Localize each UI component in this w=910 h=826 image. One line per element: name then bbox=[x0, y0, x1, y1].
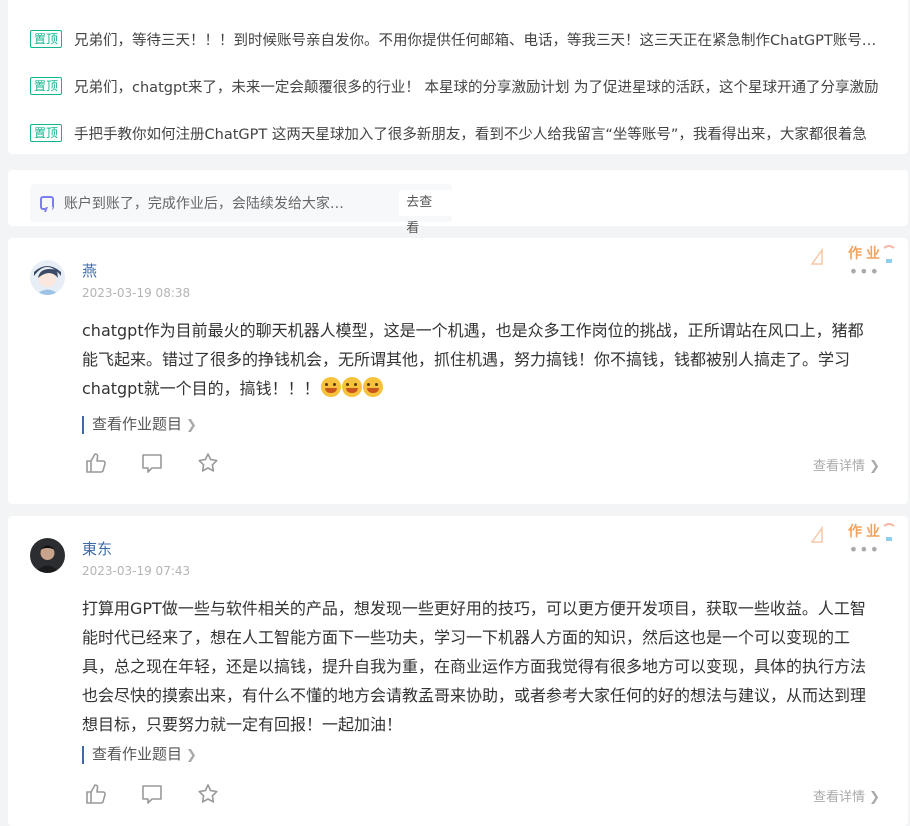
chevron-right-icon: ❯ bbox=[864, 790, 880, 805]
post-content-text: chatgpt作为目前最火的聊天机器人模型，这是一个机遇，也是众多工作岗位的挑战… bbox=[82, 321, 864, 398]
view-detail-label: 查看详情 bbox=[812, 459, 865, 474]
star-icon[interactable] bbox=[196, 782, 220, 806]
post-card: 作业 ••• 東东 2023-03-19 07:43 打算用GPT做一些与软件相… bbox=[8, 516, 908, 826]
post-content: 打算用GPT做一些与软件相关的产品，想发现一些更好用的技巧，可以更方便开发项目，… bbox=[82, 599, 867, 734]
view-homework-link[interactable]: 查看作业题目 ❯ bbox=[82, 416, 197, 434]
pinned-tag: 置顶 bbox=[30, 77, 63, 95]
post-actions bbox=[84, 782, 220, 806]
post-time: 2023-03-19 07:43 bbox=[82, 564, 191, 578]
view-detail-link[interactable]: 查看详情 ❯ bbox=[813, 455, 880, 474]
pinned-post-item[interactable]: 置顶 兄弟们，等待三天！！！到时候账号亲自发你。不用你提供任何邮箱、电话，等我三… bbox=[30, 28, 886, 50]
avatar[interactable] bbox=[30, 538, 65, 573]
view-notice-button[interactable]: 去查看 bbox=[399, 190, 452, 236]
pinned-tag: 置顶 bbox=[30, 124, 63, 142]
pinned-post-item[interactable]: 置顶 手把手教你如何注册ChatGPT 这两天星球加入了很多新朋友，看到不少人给… bbox=[30, 122, 886, 144]
view-detail-link[interactable]: 查看详情 ❯ bbox=[813, 786, 880, 805]
notice-icon bbox=[40, 196, 54, 210]
author-name[interactable]: 燕 bbox=[82, 260, 97, 281]
chevron-right-icon: ❯ bbox=[864, 459, 880, 474]
comment-icon[interactable] bbox=[140, 451, 164, 475]
pinned-post-item[interactable]: 置顶 兄弟们，chatgpt来了，未来一定会颠覆很多的行业！ 本星球的分享激励计… bbox=[30, 75, 886, 97]
star-icon[interactable] bbox=[196, 451, 220, 475]
view-detail-label: 查看详情 bbox=[812, 790, 865, 805]
drooling-face-emoji-icon bbox=[320, 377, 341, 397]
post-actions bbox=[84, 451, 220, 475]
drooling-face-emoji-icon bbox=[362, 377, 383, 397]
view-homework-label: 查看作业题目 bbox=[92, 745, 183, 763]
avatar[interactable] bbox=[30, 260, 65, 295]
pinned-post-text[interactable]: 兄弟们，等待三天！！！到时候账号亲自发你。不用你提供任何邮箱、电话，等我三天！这… bbox=[74, 29, 886, 50]
homework-badge-label: 作业 bbox=[848, 524, 884, 540]
more-dots-icon[interactable]: ••• bbox=[849, 262, 880, 281]
chevron-right-icon: ❯ bbox=[186, 418, 197, 433]
view-homework-link[interactable]: 查看作业题目 ❯ bbox=[82, 746, 197, 764]
comment-icon[interactable] bbox=[140, 782, 164, 806]
post-content: chatgpt作为目前最火的聊天机器人模型，这是一个机遇，也是众多工作岗位的挑战… bbox=[82, 316, 872, 403]
pinned-post-text[interactable]: 手把手教你如何注册ChatGPT 这两天星球加入了很多新朋友，看到不少人给我留言… bbox=[74, 123, 867, 144]
chevron-right-icon: ❯ bbox=[186, 748, 197, 763]
thumbs-up-icon[interactable] bbox=[84, 782, 108, 806]
homework-badge-label: 作业 bbox=[848, 246, 884, 262]
notice-bar[interactable]: 账户到账了，完成作业后，会陆续发给大家… 去查看 bbox=[30, 184, 452, 236]
post-card: 作业 ••• 燕 2023-03-19 08:38 chatgpt作为目前最火的… bbox=[8, 238, 908, 504]
pinned-posts-panel: 置顶 兄弟们，等待三天！！！到时候账号亲自发你。不用你提供任何邮箱、电话，等我三… bbox=[8, 0, 908, 154]
notice-text: 账户到账了，完成作业后，会陆续发给大家… bbox=[63, 196, 344, 212]
pinned-tag: 置顶 bbox=[30, 30, 63, 48]
post-time: 2023-03-19 08:38 bbox=[82, 286, 191, 300]
more-dots-icon[interactable]: ••• bbox=[849, 540, 880, 559]
view-homework-label: 查看作业题目 bbox=[92, 415, 183, 433]
notice-panel: 账户到账了，完成作业后，会陆续发给大家… 去查看 bbox=[8, 170, 908, 236]
drooling-face-emoji-icon bbox=[341, 377, 362, 397]
pinned-post-text[interactable]: 兄弟们，chatgpt来了，未来一定会颠覆很多的行业！ 本星球的分享激励计划 为… bbox=[74, 76, 879, 97]
thumbs-up-icon[interactable] bbox=[84, 451, 108, 475]
author-name[interactable]: 東东 bbox=[82, 538, 112, 559]
